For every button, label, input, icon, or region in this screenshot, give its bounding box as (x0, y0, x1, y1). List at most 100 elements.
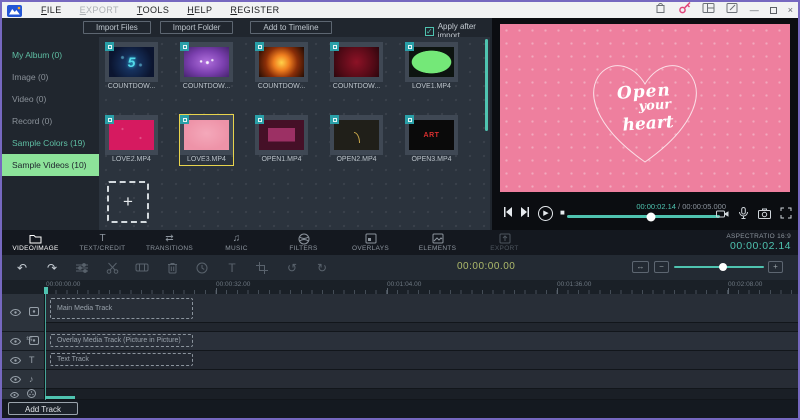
media-item[interactable]: COUNTDOW... (254, 41, 309, 93)
library-panel: Import Files Import Folder Add to Timeli… (2, 18, 492, 230)
music-track[interactable] (45, 370, 798, 389)
thumbnail-overlay-text: ART (424, 132, 440, 139)
titlebar-icons: — × (654, 1, 793, 19)
timeline-zoom-slider[interactable] (674, 266, 764, 268)
detach-audio-icon (134, 262, 150, 273)
previous-frame-button[interactable] (502, 204, 513, 222)
fit-timeline-button[interactable]: ↔ (632, 261, 649, 273)
zoom-in-button[interactable]: + (768, 261, 783, 273)
media-item[interactable]: LOVE1.MP4 (404, 41, 459, 93)
key-icon[interactable] (678, 1, 691, 19)
layout-icon[interactable] (702, 1, 715, 19)
media-item-selected[interactable]: LOVE3.MP4 (179, 114, 234, 166)
effects-track[interactable] (45, 389, 798, 400)
tab-label: OVERLAYS (352, 245, 389, 252)
tab-overlays[interactable]: OVERLAYS (337, 230, 404, 255)
media-item[interactable]: COUNTDOW... (179, 41, 234, 93)
add-to-timeline-button[interactable]: Add to Timeline (250, 21, 331, 34)
text-track-placeholder[interactable]: Text Track (50, 353, 193, 366)
overlay-track[interactable]: Overlay Media Track (Picture in Picture) (45, 332, 798, 351)
titlebar: FILE EXPORT TOOLS HELP REGISTER — × (2, 2, 798, 18)
media-type-badge-icon (255, 42, 264, 51)
tab-filters[interactable]: FILTERS (270, 230, 337, 255)
media-item-label: COUNTDOW... (255, 82, 308, 92)
overlay-track-placeholder[interactable]: Overlay Media Track (Picture in Picture) (50, 334, 193, 347)
media-item[interactable]: OPEN1.MP4 (254, 114, 309, 166)
eye-icon[interactable] (10, 332, 21, 350)
menu-register[interactable]: REGISTER (221, 5, 288, 15)
microphone-icon[interactable] (738, 206, 749, 224)
redo-icon[interactable]: ↷ (44, 262, 60, 274)
media-item[interactable]: LOVE2.MP4 (104, 114, 159, 166)
add-media-placeholder[interactable]: + (107, 181, 149, 223)
play-button[interactable]: ▶ (538, 206, 553, 221)
ruler-label: 00:00:32.00 (216, 281, 250, 288)
menu-help[interactable]: HELP (178, 5, 221, 15)
next-frame-button[interactable] (520, 204, 531, 222)
stop-button[interactable]: ■ (560, 209, 565, 217)
sidebar-item-sample-colors[interactable]: Sample Colors (19) (2, 132, 99, 154)
text-icon: T (99, 233, 105, 244)
tab-music[interactable]: ♫ MUSIC (203, 230, 270, 255)
media-scrollbar[interactable] (485, 39, 488, 131)
tab-label: EXPORT (490, 245, 518, 252)
maximize-button[interactable] (770, 7, 777, 14)
zoom-slider-knob[interactable] (719, 263, 727, 271)
import-files-button[interactable]: Import Files (83, 21, 151, 34)
feedback-icon[interactable] (726, 1, 739, 19)
media-item[interactable]: ART OPEN3.MP4 (404, 114, 459, 166)
sidebar-item-sample-videos[interactable]: Sample Videos (10) (2, 154, 99, 176)
tab-elements[interactable]: ELEMENTS (404, 230, 471, 255)
main-track-placeholder[interactable]: Main Media Track (50, 298, 193, 319)
eye-icon[interactable] (10, 303, 21, 321)
import-folder-button[interactable]: Import Folder (160, 21, 234, 34)
close-button[interactable]: × (788, 6, 793, 15)
tab-text-credit[interactable]: T TEXT/CREDIT (69, 230, 136, 255)
text-track[interactable]: Text Track (45, 351, 798, 370)
store-icon[interactable] (654, 1, 667, 19)
rotate-cw-icon: ↻ (314, 262, 330, 274)
main-track-transition-row[interactable] (45, 323, 798, 332)
main-track[interactable]: Main Media Track (45, 294, 798, 323)
playhead-handle[interactable] (44, 287, 48, 294)
progress-knob[interactable] (647, 212, 656, 221)
app-logo (7, 4, 22, 16)
menu-tools[interactable]: TOOLS (128, 5, 178, 15)
playhead-line (45, 294, 46, 400)
record-camera-icon[interactable] (716, 206, 729, 224)
media-type-badge-icon (255, 115, 264, 124)
tab-video-image[interactable]: VIDEO/IMAGE (2, 230, 69, 255)
undo-icon[interactable]: ↶ (14, 262, 30, 274)
playback-progress-bar[interactable] (567, 215, 720, 218)
sidebar-item-image[interactable]: Image (0) (2, 66, 99, 88)
media-item[interactable]: OPEN2.MP4 (329, 114, 384, 166)
preview-video: Open your heart (500, 24, 790, 192)
zoom-out-button[interactable]: − (654, 261, 669, 273)
export-icon (499, 233, 511, 244)
folder-icon (29, 233, 42, 244)
elements-icon (432, 233, 444, 244)
sidebar-item-my-album[interactable]: My Album (0) (2, 44, 99, 66)
preview-tools (716, 206, 792, 224)
tab-transitions[interactable]: ⇄ TRANSITIONS (136, 230, 203, 255)
play-icon: ▶ (543, 210, 548, 217)
media-item[interactable]: COUNTDOW... (329, 41, 384, 93)
timeline-horizontal-scrollbar[interactable] (45, 396, 75, 399)
ruler-label: 00:02:08.00 (728, 281, 762, 288)
eye-icon[interactable] (10, 351, 21, 369)
music-icon: ♫ (233, 233, 241, 244)
media-grid: 5 COUNTDOW... COUNTDOW... COUNTDOW... (99, 37, 490, 230)
sidebar-item-video[interactable]: Video (0) (2, 88, 99, 110)
add-track-button[interactable]: Add Track (8, 402, 78, 415)
asset-tabbar: VIDEO/IMAGE T TEXT/CREDIT ⇄ TRANSITIONS … (2, 230, 798, 255)
minimize-button[interactable]: — (750, 6, 759, 15)
duration-clock-icon (194, 262, 210, 274)
media-item[interactable]: 5 COUNTDOW... (104, 41, 159, 93)
snapshot-icon[interactable] (758, 206, 771, 224)
menu-file[interactable]: FILE (32, 5, 71, 15)
media-type-badge-icon (105, 115, 114, 124)
timeline-ruler[interactable]: 00:00:00.00 00:00:32.00 00:01:04.00 00:0… (45, 280, 798, 294)
text-tool-icon: T (224, 262, 240, 274)
sidebar-item-record[interactable]: Record (0) (2, 110, 99, 132)
fullscreen-icon[interactable] (780, 206, 792, 224)
